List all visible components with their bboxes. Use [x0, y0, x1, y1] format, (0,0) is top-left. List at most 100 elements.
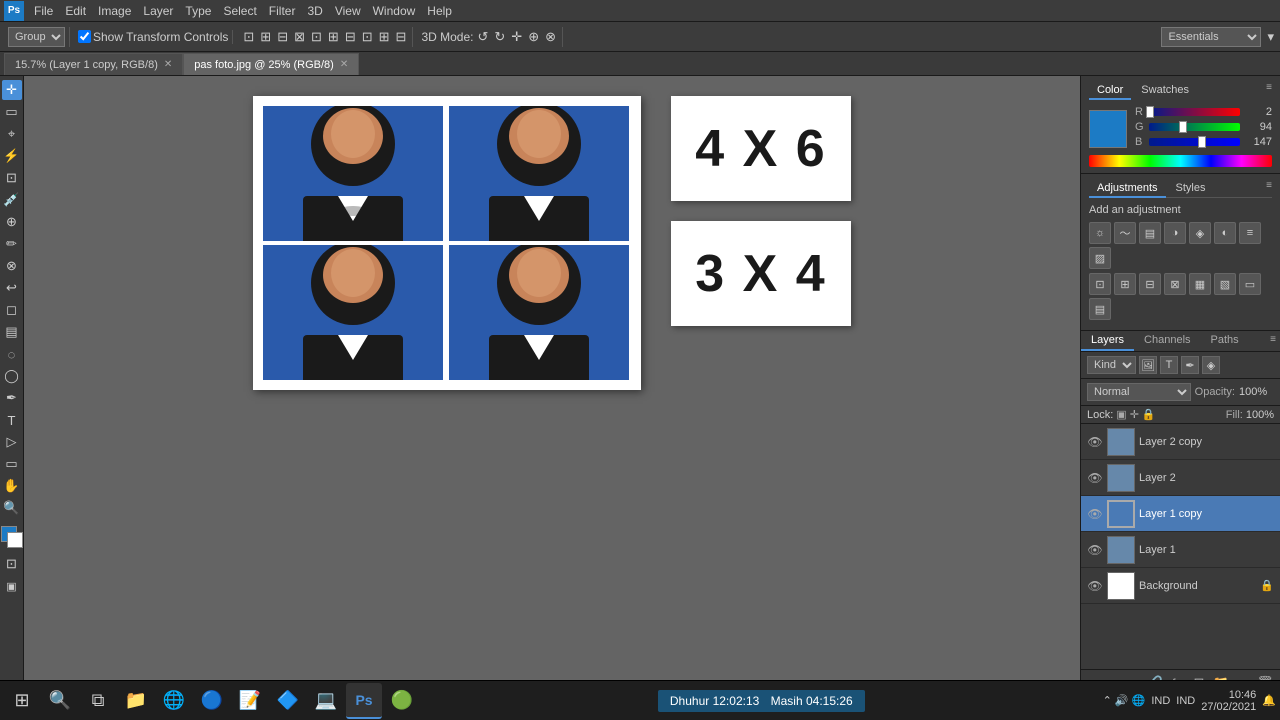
color-tab-color[interactable]: Color — [1089, 82, 1131, 100]
taskbar-app-6[interactable]: 💻 — [308, 683, 344, 719]
3d-btn-4[interactable]: ⊕ — [526, 27, 541, 47]
3d-btn-3[interactable]: ✛ — [509, 27, 524, 47]
layers-tab-layers[interactable]: Layers — [1081, 331, 1134, 351]
workspace-select[interactable]: Essentials — [1161, 27, 1261, 47]
menu-3d[interactable]: 3D — [301, 2, 328, 20]
slider-b-thumb[interactable] — [1198, 136, 1206, 148]
file-explorer-btn[interactable]: 📁 — [118, 683, 154, 719]
eraser-tool[interactable]: ◻ — [2, 300, 22, 320]
layer-item-background[interactable]: 👁 Background 🔒 — [1081, 568, 1280, 604]
blend-mode-select[interactable]: Normal — [1087, 383, 1191, 401]
slider-g-thumb[interactable] — [1179, 121, 1187, 133]
filter-pixel-btn[interactable]: 🖼 — [1139, 356, 1157, 374]
align-top-btn[interactable]: ⊠ — [292, 27, 307, 47]
tab-layer1copy[interactable]: 15.7% (Layer 1 copy, RGB/8) ✕ — [4, 53, 183, 75]
eye-layer1copy[interactable]: 👁 — [1087, 506, 1103, 522]
type-tool[interactable]: T — [2, 410, 22, 430]
path-select-tool[interactable]: ▷ — [2, 432, 22, 452]
blur-tool[interactable]: ◌ — [2, 344, 22, 364]
3d-btn-2[interactable]: ↻ — [492, 27, 507, 47]
lock-all-icon[interactable]: 🔒 — [1142, 408, 1156, 421]
taskbar-lang1[interactable]: IND — [1151, 695, 1170, 707]
gradient-tool[interactable]: ▤ — [2, 322, 22, 342]
adj-threshold[interactable]: ▧ — [1214, 273, 1236, 295]
taskbar-app-3[interactable]: 🔵 — [194, 683, 230, 719]
taskbar-app-4[interactable]: 📝 — [232, 683, 268, 719]
quick-select-tool[interactable]: ⚡ — [2, 146, 22, 166]
slider-r-thumb[interactable] — [1146, 106, 1154, 118]
eye-layer2[interactable]: 👁 — [1087, 470, 1103, 486]
adjustments-panel-menu[interactable]: ≡ — [1266, 180, 1272, 197]
auto-align-btn[interactable]: ⊟ — [394, 27, 409, 47]
adj-gradient-map[interactable]: ▭ — [1239, 273, 1261, 295]
workspace-menu-btn[interactable]: ▾ — [1265, 27, 1276, 47]
eye-layer2copy[interactable]: 👁 — [1087, 434, 1103, 450]
align-center-v-btn[interactable]: ⊡ — [309, 27, 324, 47]
taskbar-app-5[interactable]: 🔷 — [270, 683, 306, 719]
menu-filter[interactable]: Filter — [263, 2, 302, 20]
marquee-tool[interactable]: ▭ — [2, 102, 22, 122]
quick-mask-btn[interactable]: ⊡ — [2, 554, 22, 574]
slider-g-track[interactable] — [1149, 123, 1240, 131]
slider-b-track[interactable] — [1149, 138, 1240, 146]
filter-vector-btn[interactable]: ✒ — [1181, 356, 1199, 374]
adj-hue-sat[interactable]: ◐ — [1214, 222, 1236, 244]
distribute-v-btn[interactable]: ⊡ — [360, 27, 375, 47]
adj-color-lookup[interactable]: ⊟ — [1139, 273, 1161, 295]
eye-background[interactable]: 👁 — [1087, 578, 1103, 594]
adj-photo-filter[interactable]: ⊡ — [1089, 273, 1111, 295]
distribute-h-btn[interactable]: ⊟ — [343, 27, 358, 47]
hand-tool[interactable]: ✋ — [2, 476, 22, 496]
eyedropper-tool[interactable]: 💉 — [2, 190, 22, 210]
adj-channel-mixer[interactable]: ⊞ — [1114, 273, 1136, 295]
taskbar-ps-btn[interactable]: Ps — [346, 683, 382, 719]
tab-close-0[interactable]: ✕ — [164, 59, 172, 70]
filter-smart-btn[interactable]: ◈ — [1202, 356, 1220, 374]
lock-position-icon[interactable]: ✛ — [1130, 408, 1139, 421]
menu-image[interactable]: Image — [92, 2, 137, 20]
adj-posterize[interactable]: ▦ — [1189, 273, 1211, 295]
layers-tab-paths[interactable]: Paths — [1201, 331, 1249, 351]
spectrum-bar[interactable] — [1089, 155, 1272, 167]
tab-pasfoto[interactable]: pas foto.jpg @ 25% (RGB/8) ✕ — [183, 53, 359, 75]
align-left-btn[interactable]: ⊡ — [241, 27, 256, 47]
move-tool[interactable]: ✛ — [2, 80, 22, 100]
layer-item-layer1copy[interactable]: 👁 Layer 1 copy — [1081, 496, 1280, 532]
notification-btn[interactable]: 🔔 — [1262, 694, 1276, 707]
lock-pixels-icon[interactable]: ▣ — [1116, 408, 1126, 421]
color-tab-swatches[interactable]: Swatches — [1133, 82, 1197, 100]
adj-color-balance[interactable]: ≡ — [1239, 222, 1261, 244]
menu-file[interactable]: File — [28, 2, 59, 20]
screen-mode-btn[interactable]: ▣ — [2, 576, 22, 596]
menu-type[interactable]: Type — [179, 2, 217, 20]
3d-btn-1[interactable]: ↺ — [475, 27, 490, 47]
taskbar-app-8[interactable]: 🟢 — [384, 683, 420, 719]
layers-tab-channels[interactable]: Channels — [1134, 331, 1200, 351]
toolbar-mode-select[interactable]: Group — [8, 27, 65, 47]
layer-item-layer2copy[interactable]: 👁 Layer 2 copy — [1081, 424, 1280, 460]
layers-panel-menu[interactable]: ≡ — [1266, 331, 1280, 351]
adj-levels[interactable]: ▤ — [1139, 222, 1161, 244]
filter-type-btn[interactable]: T — [1160, 356, 1178, 374]
align-right-btn[interactable]: ⊟ — [275, 27, 290, 47]
transform-controls-checkbox[interactable] — [78, 30, 91, 43]
fg-bg-colors[interactable] — [1, 526, 23, 548]
search-btn[interactable]: 🔍 — [42, 683, 78, 719]
adj-brightness[interactable]: ☼ — [1089, 222, 1111, 244]
adj-selective-color[interactable]: ▤ — [1089, 298, 1111, 320]
tab-styles[interactable]: Styles — [1168, 180, 1214, 197]
adj-curves[interactable]: 〜 — [1114, 222, 1136, 244]
history-tool[interactable]: ↩ — [2, 278, 22, 298]
menu-layer[interactable]: Layer — [137, 2, 179, 20]
shape-tool[interactable]: ▭ — [2, 454, 22, 474]
chrome-btn[interactable]: 🌐 — [156, 683, 192, 719]
brush-tool[interactable]: ✏ — [2, 234, 22, 254]
tab-adjustments[interactable]: Adjustments — [1089, 180, 1166, 198]
menu-edit[interactable]: Edit — [59, 2, 92, 20]
align-bottom-btn[interactable]: ⊞ — [326, 27, 341, 47]
clone-tool[interactable]: ⊗ — [2, 256, 22, 276]
lasso-tool[interactable]: ⌖ — [2, 124, 22, 144]
start-btn[interactable]: ⊞ — [4, 683, 40, 719]
layer-item-layer2[interactable]: 👁 Layer 2 — [1081, 460, 1280, 496]
adj-bw[interactable]: ▨ — [1089, 247, 1111, 269]
